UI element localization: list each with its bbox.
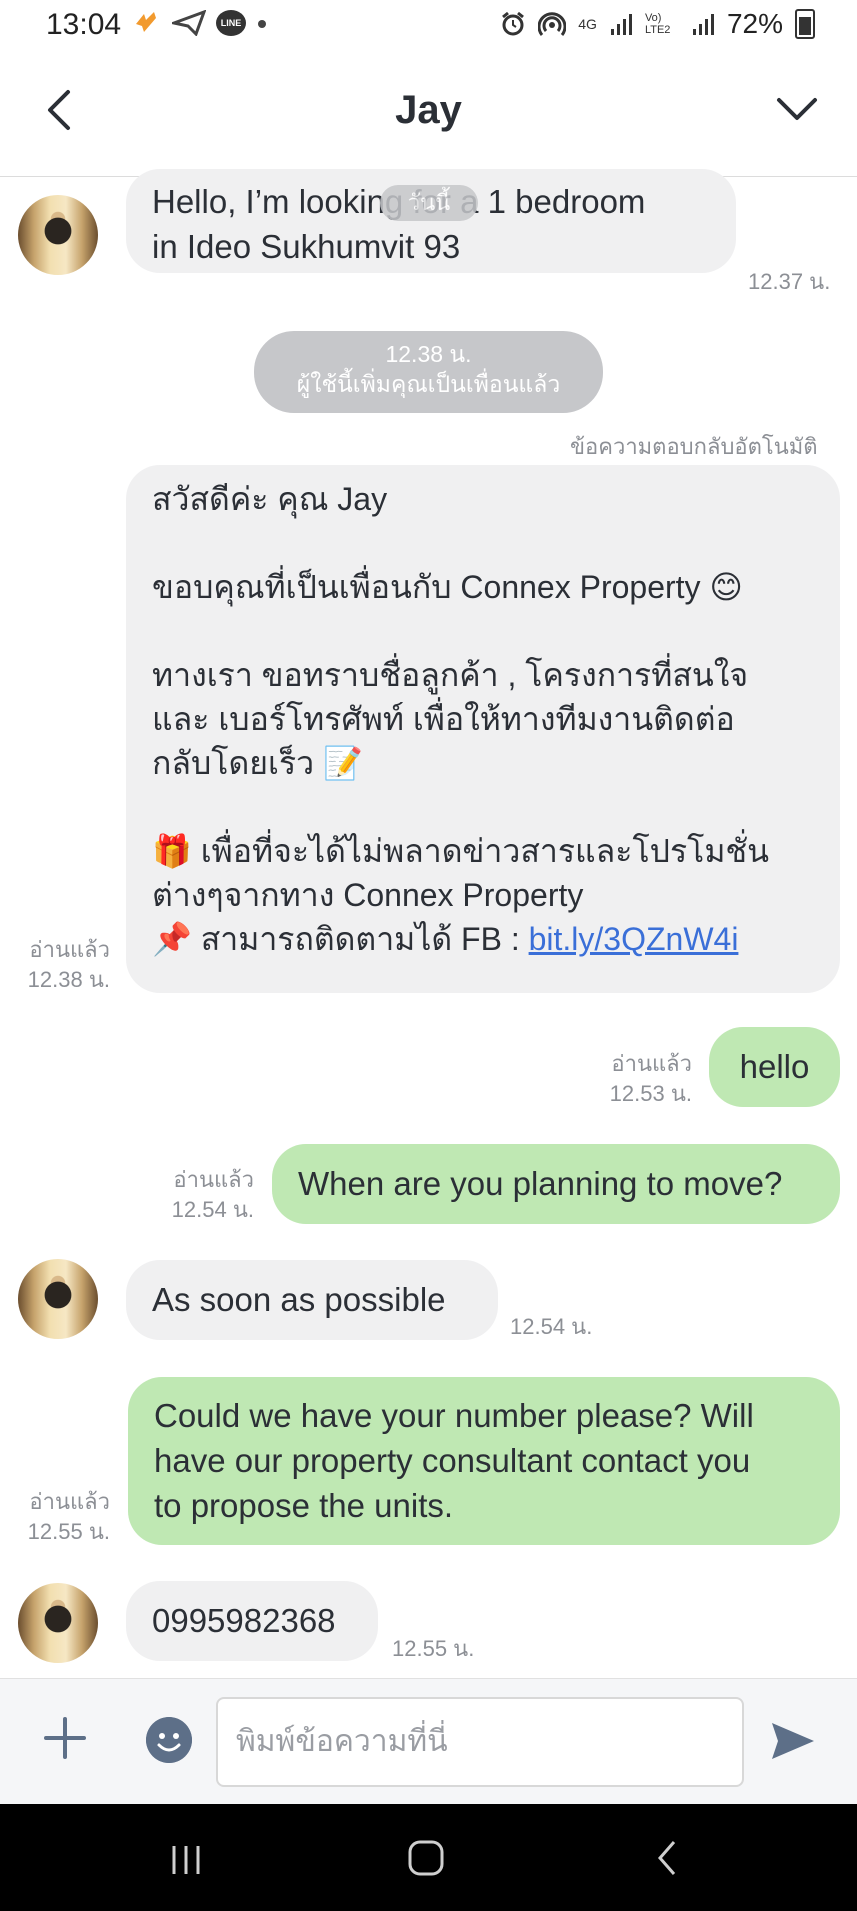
- message-text: When are you planning to move?: [298, 1165, 783, 1202]
- message-time: 12.54 น.: [510, 1314, 593, 1339]
- message-time: 12.55 น.: [392, 1636, 475, 1661]
- read-label: อ่านแล้ว: [29, 937, 110, 962]
- recent-apps-icon[interactable]: [168, 1842, 204, 1878]
- message-input[interactable]: [216, 1697, 744, 1787]
- chevron-down-icon[interactable]: [773, 90, 821, 130]
- message-bubble-outgoing[interactable]: hello: [709, 1027, 840, 1107]
- message-text: ต่างๆจากทาง Connex Property: [152, 877, 584, 913]
- message-text: 0995982368: [152, 1602, 336, 1639]
- message-status: อ่านแล้ว 12.53 น.: [596, 1049, 692, 1109]
- chat-title: Jay: [395, 88, 462, 132]
- system-time: 12.38 น.: [385, 341, 472, 367]
- send-icon[interactable]: [768, 1719, 818, 1763]
- message-bubble-auto-reply[interactable]: สวัสดีค่ะ คุณ Jay ขอบคุณที่เป็นเพื่อนกับ…: [126, 465, 840, 993]
- message-text: in Ideo Sukhumvit 93: [152, 228, 461, 265]
- system-text: ผู้ใช้นี้เพิ่มคุณเป็นเพื่อนแล้ว: [296, 371, 561, 397]
- status-right: 4G Vo) LTE2 72%: [500, 8, 815, 40]
- facebook-link[interactable]: bit.ly/3QZnW4i: [529, 921, 739, 957]
- system-notice: 12.38 น. ผู้ใช้นี้เพิ่มคุณเป็นเพื่อนแล้ว: [254, 331, 603, 413]
- avatar[interactable]: [18, 195, 98, 275]
- send-icon: [172, 10, 206, 36]
- hotspot-icon: [538, 12, 567, 36]
- message-text: สวัสดีค่ะ คุณ Jay: [152, 481, 388, 517]
- back-nav-icon[interactable]: [652, 1838, 682, 1878]
- message-text: to propose the units.: [154, 1487, 454, 1524]
- message-status: อ่านแล้ว 12.38 น.: [14, 935, 110, 995]
- message-composer: [0, 1678, 857, 1805]
- message-list[interactable]: Hello, I’m looking for a 1 bedroom in Id…: [0, 169, 857, 1677]
- message-bubble-outgoing[interactable]: Could we have your number please? Will h…: [128, 1377, 840, 1545]
- home-icon[interactable]: [406, 1838, 446, 1878]
- message-time: 12.54 น.: [171, 1197, 254, 1222]
- volte-label: Vo) LTE2: [644, 12, 671, 36]
- message-text: 📌 สามารถติดตามได้ FB : bit.ly/3QZnW4i: [152, 917, 814, 961]
- message-text: hello: [739, 1048, 810, 1085]
- read-label: อ่านแล้ว: [29, 1489, 110, 1514]
- message-status: อ่านแล้ว 12.54 น.: [158, 1165, 254, 1225]
- signal-2-icon: [692, 14, 714, 35]
- status-bar: 13:04 LINE 4G Vo) LTE2 72%: [0, 0, 857, 54]
- signal-icon: [610, 14, 632, 35]
- plus-icon[interactable]: [44, 1717, 86, 1759]
- read-label: อ่านแล้ว: [173, 1167, 254, 1192]
- system-nav-bar: [0, 1804, 857, 1911]
- message-text: กลับโดยเร็ว 📝: [152, 745, 363, 781]
- alarm-icon: [502, 11, 525, 36]
- message-time: 12.55 น.: [27, 1519, 110, 1544]
- status-time: 13:04: [46, 8, 122, 41]
- message-bubble-incoming[interactable]: 0995982368: [126, 1581, 378, 1661]
- dot-icon: [258, 20, 266, 28]
- message-text: และ เบอร์โทรศัพท์ เพื่อให้ทางทีมงานติดต่…: [152, 701, 735, 737]
- message-text: 🎁 เพื่อที่จะได้ไม่พลาดข่าวสารและโปรโมชั่…: [152, 833, 770, 869]
- follow-text: 📌 สามารถติดตามได้ FB :: [152, 921, 529, 957]
- battery-icon: [795, 9, 815, 39]
- avatar[interactable]: [18, 1259, 98, 1339]
- message-text: have our property consultant contact you: [154, 1442, 751, 1479]
- line-app-icon: LINE: [216, 10, 246, 36]
- network-4g: 4G: [578, 16, 597, 32]
- message-time: 12.37 น.: [748, 269, 831, 294]
- message-time: 12.53 น.: [609, 1081, 692, 1106]
- avatar[interactable]: [18, 1583, 98, 1663]
- message-bubble-outgoing[interactable]: When are you planning to move?: [272, 1144, 840, 1224]
- notification-icons: LINE: [132, 10, 268, 36]
- app-notification-icon: [136, 12, 156, 32]
- message-text: ขอบคุณที่เป็นเพื่อนกับ Connex Property 😊: [152, 569, 743, 605]
- emoji-icon[interactable]: [146, 1717, 192, 1763]
- date-chip: วันนี้: [380, 185, 478, 221]
- auto-reply-label: ข้อความตอบกลับอัตโนมัติ: [570, 434, 818, 459]
- message-bubble-incoming[interactable]: As soon as possible: [126, 1260, 498, 1340]
- message-time: 12.38 น.: [27, 967, 110, 992]
- chat-header: Jay: [0, 54, 857, 177]
- battery-percent: 72%: [726, 8, 783, 39]
- message-text: Could we have your number please? Will: [154, 1397, 754, 1434]
- message-text: ทางเรา ขอทราบชื่อลูกค้า , โครงการที่สนใจ: [152, 657, 749, 693]
- read-label: อ่านแล้ว: [611, 1051, 692, 1076]
- message-text: As soon as possible: [152, 1281, 446, 1318]
- message-status: อ่านแล้ว 12.55 น.: [14, 1487, 110, 1547]
